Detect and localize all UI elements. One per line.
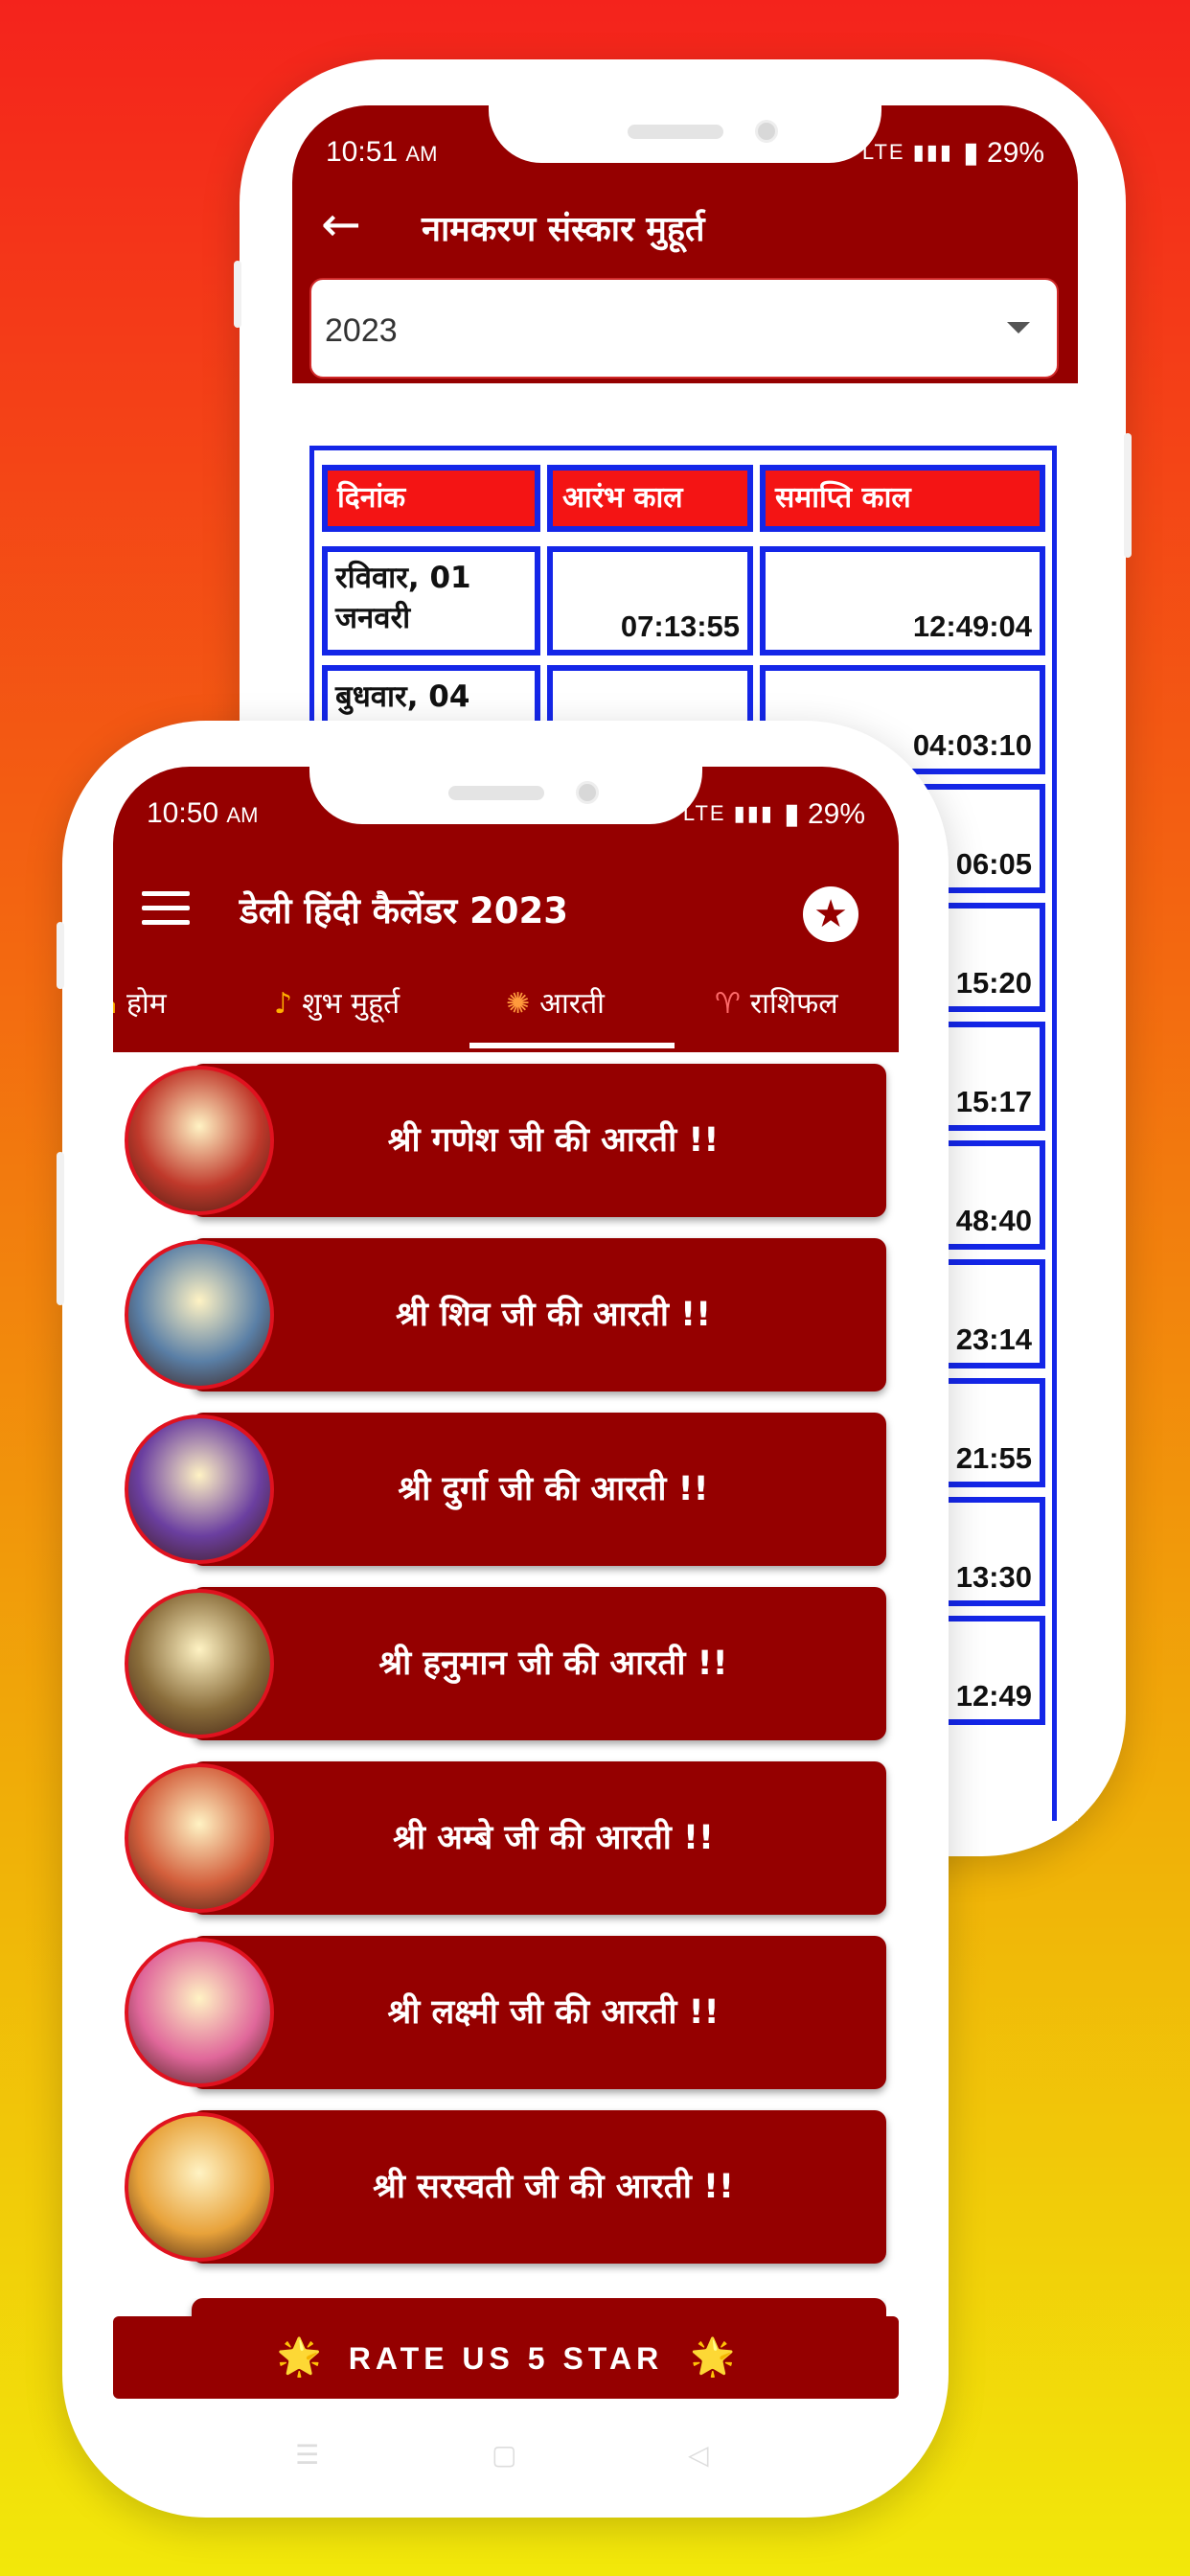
app-title: डेली हिंदी कैलेंडर 2023 [240, 890, 568, 932]
rate-us-button[interactable]: 🌟 RATE US 5 STAR 🌟 [113, 2316, 899, 2399]
tab-rashifal[interactable]: ♈ राशिफल [715, 961, 838, 1052]
lakshmi-image [125, 1938, 274, 2087]
page-title: नामकरण संस्कार मुहूर्त [422, 210, 705, 249]
phone-side-button [57, 1152, 64, 1305]
tab-label: राशिफल [749, 987, 838, 1021]
column-header-end: समाप्ति काल [760, 465, 1045, 532]
cell-end: 12:49:04 [760, 546, 1045, 656]
cell-start-time: 07:13:55 [620, 610, 740, 643]
aarti-list-item[interactable]: श्री शिव जी की आरती !! [125, 1238, 886, 1392]
table-row: रविवार, 01 जनवरी 07:13:55 12:49:04 [322, 546, 1045, 656]
aarti-item-label: श्री अम्बे जी की आरती !! [393, 1819, 714, 1857]
cell-end-time: 13:30 [955, 1560, 1032, 1594]
year-dropdown[interactable]: 2023 [309, 278, 1059, 379]
tab-label: शुभ मुहूर्त [302, 987, 400, 1021]
phone-side-button [57, 922, 64, 989]
cell-end-time: 12:49 [955, 1679, 1032, 1713]
notch [489, 105, 881, 163]
cell-date: रविवार, 01 जनवरी [322, 546, 540, 656]
cell-end-time: 15:20 [955, 966, 1032, 1000]
nav-home-icon[interactable]: ▢ [492, 2439, 516, 2471]
aarti-item-label: श्री सरस्वती जी की आरती !! [373, 2168, 734, 2206]
rate-us-label: RATE US 5 STAR [348, 2341, 664, 2376]
tab-bar: ⌂ होम ♪ शुभ मुहूर्त ✺आरती ♈राशिफल [113, 961, 899, 1052]
cell-start: 07:13:55 [547, 546, 753, 656]
cell-end-time: 15:17 [955, 1085, 1032, 1118]
phone-mockup-front: 10:50 AM LTE ▮▮▮ ▮ 29% डेली हिंदी कैलेंड… [57, 721, 949, 2518]
front-screen: 10:50 AM LTE ▮▮▮ ▮ 29% डेली हिंदी कैलेंड… [113, 767, 899, 2482]
back-arrow-icon[interactable]: ← [321, 196, 361, 252]
toolbar: डेली हिंदी कैलेंडर 2023 ★ [113, 858, 899, 961]
aarti-item-label: श्री हनुमान जी की आरती !! [378, 1644, 728, 1683]
home-icon: ⌂ [113, 987, 117, 1021]
aarti-list-item[interactable]: श्री सरस्वती जी की आरती !! [125, 2110, 886, 2264]
ambe-image [125, 1763, 274, 1913]
saraswati-image [125, 2112, 274, 2262]
hanuman-image [125, 1589, 274, 1738]
aarti-list-item[interactable]: श्री अम्बे जी की आरती !! [125, 1761, 886, 1915]
cell-end-time: 12:49:04 [912, 610, 1032, 643]
favorite-star-icon[interactable]: ★ [803, 886, 858, 942]
cell-end-time: 06:05 [955, 847, 1032, 881]
signal-icon: LTE ▮▮▮ [682, 801, 774, 825]
column-header-start: आरंभ काल [547, 465, 753, 532]
aarti-item-label: श्री शिव जी की आरती !! [395, 1296, 712, 1334]
tab-aarti[interactable]: ✺ आरती [506, 961, 605, 1052]
ganesh-image [125, 1066, 274, 1215]
aarti-list-item[interactable]: श्री दुर्गा जी की आरती !! [125, 1413, 886, 1566]
aarti-list-item[interactable]: श्री लक्ष्मी जी की आरती !! [125, 1936, 886, 2089]
phone-side-button [1124, 433, 1132, 558]
battery-indicator: ▮ 29% [963, 137, 1044, 169]
tab-label: होम [126, 987, 167, 1021]
cell-end-time: 48:40 [955, 1204, 1032, 1237]
phone-side-button [234, 261, 241, 328]
status-time: 10:50 AM [147, 797, 259, 829]
toolbar: ← नामकरण संस्कार मुहूर्त 2023 [292, 196, 1078, 383]
aarti-list-item[interactable]: श्री गणेश जी की आरती !! [125, 1064, 886, 1217]
hamburger-menu-icon[interactable] [142, 891, 190, 926]
tab-home[interactable]: ⌂ होम [113, 961, 167, 1052]
signal-icon: LTE ▮▮▮ [861, 140, 953, 164]
notch [309, 767, 702, 824]
dropdown-caret-icon [1007, 322, 1030, 334]
cell-end-time: 04:03:10 [912, 728, 1032, 762]
star-icon: 🌟 [276, 2337, 323, 2378]
trumpet-icon: ♪ [274, 987, 293, 1021]
aarti-list-item[interactable]: श्री हनुमान जी की आरती !! [125, 1587, 886, 1740]
cell-date-text: बुधवार, 04 [335, 679, 470, 714]
status-time: 10:51 AM [326, 136, 438, 168]
aarti-lamp-icon: ✺ [506, 987, 531, 1021]
tab-label: आरती [539, 987, 605, 1021]
cell-end-time: 23:14 [955, 1322, 1032, 1356]
active-tab-indicator [469, 1043, 675, 1048]
nav-back-icon[interactable]: ◁ [688, 2439, 709, 2471]
list-item-partial [125, 2298, 886, 2317]
column-header-date: दिनांक [322, 465, 540, 532]
cell-end-time: 21:55 [955, 1441, 1032, 1475]
star-icon: 🌟 [689, 2337, 736, 2378]
nav-recents-icon[interactable]: ☰ [295, 2439, 319, 2471]
aarti-item-label: श्री दुर्गा जी की आरती !! [398, 1470, 709, 1508]
battery-indicator: ▮ 29% [784, 798, 865, 830]
shiv-image [125, 1240, 274, 1390]
aarti-item-label: श्री गणेश जी की आरती !! [387, 1121, 720, 1160]
tab-shubh-muhurat[interactable]: ♪ शुभ मुहूर्त [274, 961, 400, 1052]
aries-icon: ♈ [715, 987, 741, 1021]
year-dropdown-value: 2023 [325, 312, 398, 349]
cell-date-text: रविवार, 01 जनवरी [335, 561, 471, 635]
durga-image [125, 1414, 274, 1564]
aarti-item-label: श्री लक्ष्मी जी की आरती !! [387, 1993, 720, 2032]
